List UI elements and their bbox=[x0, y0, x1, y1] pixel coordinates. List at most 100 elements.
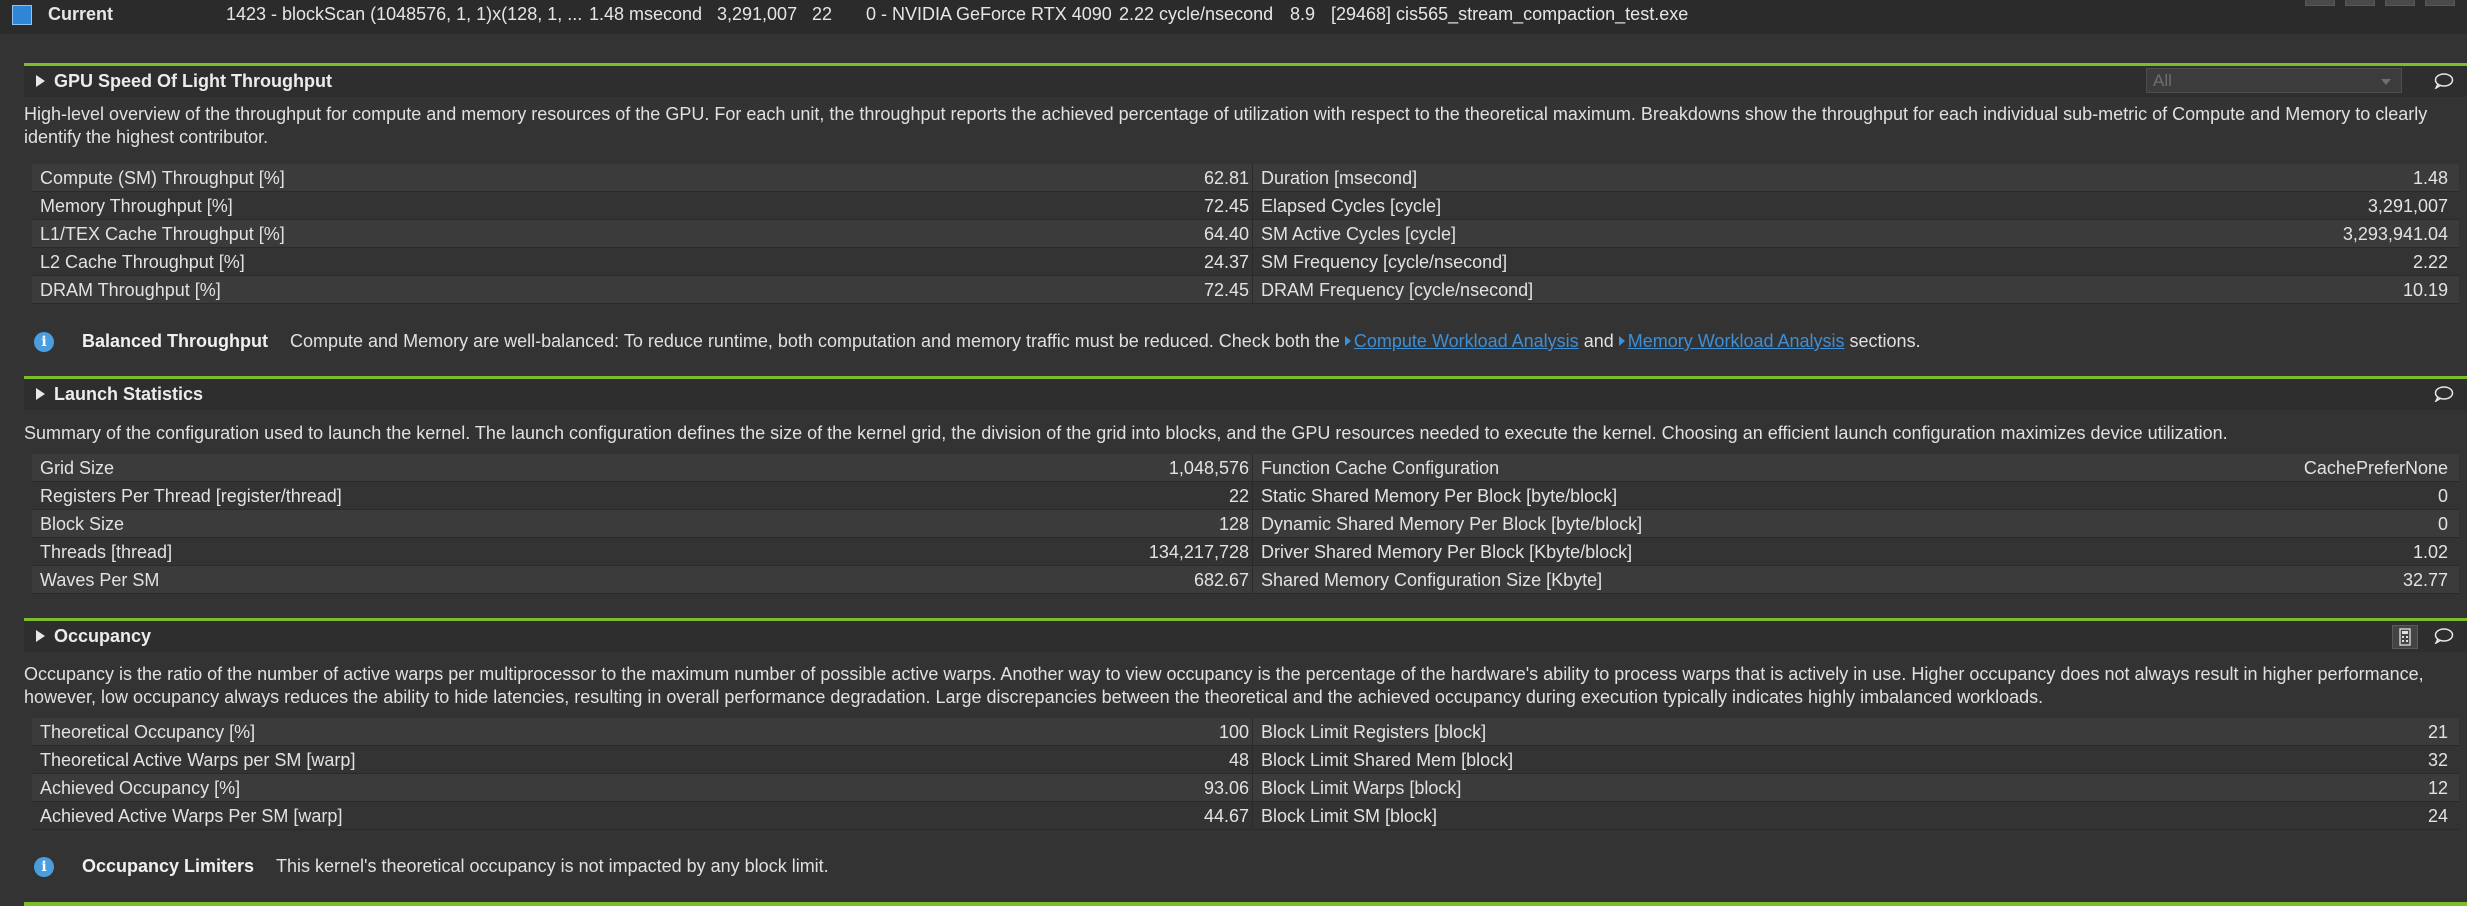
toolbar-button-4[interactable] bbox=[2425, 0, 2455, 6]
metric-value: 12 bbox=[2427, 778, 2448, 798]
rule-occupancy-limiters: i Occupancy Limiters This kernel's theor… bbox=[18, 842, 2461, 892]
kernel-name: 1423 - blockScan (1048576, 1, 1)x(128, 1… bbox=[226, 4, 583, 24]
description-line-2: however, low occupancy always reduces th… bbox=[24, 687, 2044, 707]
metric-value: 134,217,728 bbox=[1148, 542, 1249, 562]
expand-triangle-icon[interactable] bbox=[36, 388, 45, 400]
rule-name: Occupancy Limiters bbox=[82, 856, 255, 876]
link-triangle-icon bbox=[1618, 336, 1625, 346]
link-label: Memory Workload Analysis bbox=[1627, 331, 1845, 351]
metric-name: L2 Cache Throughput [%] bbox=[40, 252, 245, 272]
calculator-icon[interactable] bbox=[2392, 625, 2418, 649]
section-title: Occupancy bbox=[54, 626, 152, 646]
metric-filter-dropdown[interactable]: All bbox=[2146, 68, 2402, 93]
table-row: Block Size 128 Dynamic Shared Memory Per… bbox=[32, 510, 2459, 538]
metric-value: 62.81 bbox=[1203, 168, 1249, 188]
metric-name: Grid Size bbox=[40, 458, 115, 478]
table-row: Registers Per Thread [register/thread] 2… bbox=[32, 482, 2459, 510]
process-name: [29468] cis565_stream_compaction_test.ex… bbox=[1331, 4, 1689, 24]
metric-value: 24 bbox=[2427, 806, 2448, 826]
metric-value: 1.02 bbox=[2412, 542, 2448, 562]
metric-name: Achieved Occupancy [%] bbox=[40, 778, 241, 798]
metric-value: 2.22 bbox=[2412, 252, 2448, 272]
metric-name: Theoretical Active Warps per SM [warp] bbox=[40, 750, 356, 770]
metric-name: Threads [thread] bbox=[40, 542, 173, 562]
table-row: L2 Cache Throughput [%] 24.37 SM Frequen… bbox=[32, 248, 2459, 276]
table-row: Memory Throughput [%] 72.45 Elapsed Cycl… bbox=[32, 192, 2459, 220]
section-title: Launch Statistics bbox=[54, 384, 204, 404]
section-header-sol[interactable]: GPU Speed Of Light Throughput All bbox=[24, 63, 2467, 97]
table-row: Threads [thread] 134,217,728 Driver Shar… bbox=[32, 538, 2459, 566]
metric-value: 44.67 bbox=[1203, 806, 1249, 826]
table-row: Grid Size 1,048,576 Function Cache Confi… bbox=[32, 454, 2459, 482]
rule-text-and: and bbox=[1583, 331, 1614, 351]
link-label: Compute Workload Analysis bbox=[1353, 331, 1579, 351]
metric-name: Function Cache Configuration bbox=[1261, 458, 1500, 478]
launch-metrics-table: Grid Size 1,048,576 Function Cache Confi… bbox=[32, 454, 2459, 594]
info-icon: i bbox=[34, 857, 54, 877]
metric-value: 93.06 bbox=[1203, 778, 1249, 798]
comment-icon[interactable] bbox=[2434, 386, 2454, 402]
metric-name: Duration [msecond] bbox=[1261, 168, 1418, 188]
metric-name: Achieved Active Warps Per SM [warp] bbox=[40, 806, 343, 826]
rule-text-before: Compute and Memory are well-balanced: To… bbox=[290, 331, 1340, 351]
metric-name: Compute (SM) Throughput [%] bbox=[40, 168, 285, 188]
metric-name: Block Limit Shared Mem [block] bbox=[1261, 750, 1514, 770]
toolbar-button-1[interactable] bbox=[2305, 0, 2335, 6]
metric-value: 3,291,007 bbox=[2367, 196, 2448, 216]
metric-value: 24.37 bbox=[1203, 252, 1249, 272]
metric-value: 32.77 bbox=[2402, 570, 2448, 590]
compute-workload-analysis-link[interactable]: Compute Workload Analysis bbox=[1344, 331, 1579, 351]
table-row: Waves Per SM 682.67 Shared Memory Config… bbox=[32, 566, 2459, 594]
metric-value: 1.48 bbox=[2412, 168, 2448, 188]
toolbar-button-2[interactable] bbox=[2345, 0, 2375, 6]
info-icon: i bbox=[34, 332, 54, 352]
toolbar-button-3[interactable] bbox=[2385, 0, 2415, 6]
rule-text: This kernel's theoretical occupancy is n… bbox=[276, 856, 829, 876]
metric-value: 64.40 bbox=[1203, 224, 1249, 244]
section-header-occupancy[interactable]: Occupancy bbox=[24, 618, 2467, 652]
metric-name: Shared Memory Configuration Size [Kbyte] bbox=[1261, 570, 1603, 590]
rule-name: Balanced Throughput bbox=[82, 331, 268, 351]
section-description: Occupancy is the ratio of the number of … bbox=[24, 663, 2454, 709]
expand-triangle-icon[interactable] bbox=[36, 630, 45, 642]
memory-workload-analysis-link[interactable]: Memory Workload Analysis bbox=[1618, 331, 1845, 351]
comment-icon[interactable] bbox=[2434, 628, 2454, 644]
metric-name: DRAM Frequency [cycle/nsecond] bbox=[1261, 280, 1534, 300]
metric-value: 72.45 bbox=[1203, 280, 1249, 300]
metric-value: 100 bbox=[1218, 722, 1249, 742]
metric-name: SM Active Cycles [cycle] bbox=[1261, 224, 1457, 244]
occupancy-metrics-table: Theoretical Occupancy [%] 100 Block Limi… bbox=[32, 718, 2459, 830]
metric-value: 0 bbox=[2437, 486, 2448, 506]
metric-value: 3,293,941.04 bbox=[2342, 224, 2448, 244]
rule-text-after: sections. bbox=[1849, 331, 1921, 351]
expand-triangle-icon[interactable] bbox=[36, 75, 45, 87]
sol-metrics-table: Compute (SM) Throughput [%] 62.81 Durati… bbox=[32, 164, 2459, 304]
cc-value: 8.9 bbox=[1290, 4, 1316, 24]
section-description: High-level overview of the throughput fo… bbox=[24, 104, 2428, 147]
comment-icon[interactable] bbox=[2434, 73, 2454, 89]
metric-name: Block Limit Registers [block] bbox=[1261, 722, 1487, 742]
table-row: Compute (SM) Throughput [%] 62.81 Durati… bbox=[32, 164, 2459, 192]
table-row: DRAM Throughput [%] 72.45 DRAM Frequency… bbox=[32, 276, 2459, 304]
metric-name: Driver Shared Memory Per Block [Kbyte/bl… bbox=[1261, 542, 1633, 562]
rule-text: Compute and Memory are well-balanced: To… bbox=[290, 331, 1921, 352]
metric-value: 682.67 bbox=[1193, 570, 1249, 590]
metric-value: 48 bbox=[1228, 750, 1249, 770]
current-result-row[interactable]: Current 1423 - blockScan (1048576, 1, 1)… bbox=[0, 0, 2467, 34]
section-header-launch[interactable]: Launch Statistics bbox=[24, 376, 2467, 410]
metric-value: 1,048,576 bbox=[1168, 458, 1249, 478]
description-line-1: Occupancy is the ratio of the number of … bbox=[24, 664, 2424, 684]
metric-name: Block Limit Warps [block] bbox=[1261, 778, 1462, 798]
table-row: Theoretical Active Warps per SM [warp] 4… bbox=[32, 746, 2459, 774]
dropdown-value: All bbox=[2153, 71, 2172, 90]
metric-name: Theoretical Occupancy [%] bbox=[40, 722, 256, 742]
rule-balanced-throughput: i Balanced Throughput Compute and Memory… bbox=[18, 317, 2461, 367]
device-name: 0 - NVIDIA GeForce RTX 4090 bbox=[866, 4, 1112, 24]
next-section-divider bbox=[24, 902, 2467, 906]
metric-name: Block Limit SM [block] bbox=[1261, 806, 1438, 826]
chevron-down-icon bbox=[2381, 79, 2391, 85]
metric-name: Dynamic Shared Memory Per Block [byte/bl… bbox=[1261, 514, 1643, 534]
metric-value: 72.45 bbox=[1203, 196, 1249, 216]
link-triangle-icon bbox=[1344, 336, 1351, 346]
metric-name: L1/TEX Cache Throughput [%] bbox=[40, 224, 285, 244]
